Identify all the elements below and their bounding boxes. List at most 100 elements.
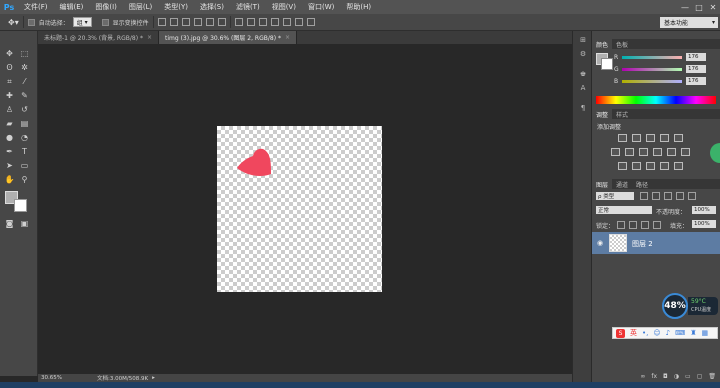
- healing-brush-icon[interactable]: ✚: [4, 90, 15, 101]
- blur-tool-icon[interactable]: ●: [4, 132, 15, 143]
- ime-keyboard-icon[interactable]: ⌨: [675, 329, 685, 337]
- zoom-tool-icon[interactable]: ⚲: [19, 174, 30, 185]
- lock-pixels-icon[interactable]: [629, 221, 637, 229]
- align-hcenter-icon[interactable]: [205, 18, 214, 26]
- crop-tool-icon[interactable]: ⌗: [4, 76, 15, 87]
- blend-mode-dropdown[interactable]: 正常: [596, 206, 652, 214]
- new-group-icon[interactable]: ▭: [685, 373, 691, 382]
- filter-shape-icon[interactable]: [676, 192, 684, 200]
- maximize-button[interactable]: □: [692, 0, 706, 14]
- tab-timg[interactable]: timg (3).jpg @ 30.6% (图层 2, RGB/8) * ×: [158, 31, 297, 44]
- gradient-map-icon[interactable]: [660, 162, 669, 170]
- distribute-bottom-icon[interactable]: [258, 18, 267, 26]
- fill-input[interactable]: 100%: [692, 220, 716, 228]
- auto-select-dropdown[interactable]: 组 ▾: [72, 17, 92, 27]
- history-brush-icon[interactable]: ↺: [19, 104, 30, 115]
- floating-widget-icon[interactable]: [710, 143, 720, 163]
- black-white-icon[interactable]: [639, 148, 648, 156]
- screen-mode-icon[interactable]: ▣: [19, 218, 30, 229]
- tab-styles[interactable]: 样式: [612, 109, 632, 119]
- hue-saturation-icon[interactable]: [611, 148, 620, 156]
- curves-icon[interactable]: [646, 134, 655, 142]
- shape-tool-icon[interactable]: ▭: [19, 160, 30, 171]
- ime-toolbar[interactable]: S 英 •, ☺ ♪ ⌨ ♜ ▦: [612, 327, 718, 339]
- distribute-hcenter-icon[interactable]: [282, 18, 291, 26]
- filter-pixel-icon[interactable]: [640, 192, 648, 200]
- lock-all-icon[interactable]: [653, 221, 661, 229]
- tab-close-icon[interactable]: ×: [147, 34, 152, 41]
- tab-close-icon[interactable]: ×: [285, 34, 290, 41]
- auto-align-icon[interactable]: [306, 18, 315, 26]
- lock-transparency-icon[interactable]: [617, 221, 625, 229]
- align-right-icon[interactable]: [217, 18, 226, 26]
- ime-punct-icon[interactable]: •,: [642, 329, 648, 337]
- layer-filter-dropdown[interactable]: ρ 类型: [596, 192, 634, 200]
- layer-name[interactable]: 图层 2: [632, 239, 653, 249]
- new-adjustment-icon[interactable]: ◑: [674, 373, 679, 382]
- cpu-gauge[interactable]: 48%: [662, 293, 688, 319]
- filter-smart-icon[interactable]: [688, 192, 696, 200]
- photo-filter-icon[interactable]: [653, 148, 662, 156]
- properties-icon[interactable]: ⚙: [578, 49, 588, 58]
- channel-r-slider[interactable]: [622, 56, 682, 59]
- show-transform-checkbox[interactable]: [101, 18, 109, 26]
- menu-image[interactable]: 图像(I): [89, 2, 123, 12]
- menu-edit[interactable]: 编辑(E): [54, 2, 90, 12]
- menu-help[interactable]: 帮助(H): [340, 2, 377, 12]
- tab-layers[interactable]: 图层: [592, 179, 613, 189]
- distribute-left-icon[interactable]: [270, 18, 279, 26]
- align-top-icon[interactable]: [157, 18, 166, 26]
- menu-filter[interactable]: 滤镜(T): [230, 2, 266, 12]
- eyedropper-tool-icon[interactable]: ⁄: [19, 76, 30, 87]
- color-balance-icon[interactable]: [625, 148, 634, 156]
- distribute-right-icon[interactable]: [294, 18, 303, 26]
- channel-r-value[interactable]: 176: [686, 53, 706, 61]
- canvas-area[interactable]: [38, 44, 572, 374]
- menu-select[interactable]: 选择(S): [194, 2, 230, 12]
- ime-menu-icon[interactable]: ▦: [702, 329, 709, 337]
- channel-b-value[interactable]: 176: [686, 77, 706, 85]
- brush-tool-icon[interactable]: ✎: [19, 90, 30, 101]
- add-mask-icon[interactable]: ◘: [663, 373, 668, 382]
- brightness-icon[interactable]: [618, 134, 627, 142]
- background-color-swatch[interactable]: [14, 199, 27, 212]
- distribute-top-icon[interactable]: [234, 18, 243, 26]
- link-layers-icon[interactable]: ∞: [640, 373, 645, 382]
- align-left-icon[interactable]: [193, 18, 202, 26]
- sogou-icon[interactable]: S: [616, 328, 625, 338]
- channel-b-slider[interactable]: [622, 80, 682, 83]
- delete-layer-icon[interactable]: 🗑: [708, 373, 716, 382]
- close-button[interactable]: ✕: [706, 0, 720, 14]
- new-layer-icon[interactable]: ▢: [697, 373, 703, 382]
- layer-style-icon[interactable]: fx: [651, 373, 657, 382]
- ime-voice-icon[interactable]: ♪: [666, 329, 670, 337]
- threshold-icon[interactable]: [646, 162, 655, 170]
- lasso-tool-icon[interactable]: ʘ: [4, 62, 15, 73]
- menu-view[interactable]: 视图(V): [266, 2, 302, 12]
- ime-skin-icon[interactable]: ♜: [690, 329, 696, 337]
- tab-color[interactable]: 颜色: [592, 39, 613, 49]
- channel-g-slider[interactable]: [622, 68, 682, 71]
- tab-adjustments[interactable]: 调整: [592, 109, 613, 119]
- status-arrow-icon[interactable]: ▸: [152, 375, 155, 381]
- menu-file[interactable]: 文件(F): [18, 2, 54, 12]
- path-select-icon[interactable]: ➤: [4, 160, 15, 171]
- color-spectrum-bar[interactable]: [596, 96, 716, 104]
- vibrance-icon[interactable]: [674, 134, 683, 142]
- menu-layer[interactable]: 图层(L): [123, 2, 158, 12]
- filter-adjust-icon[interactable]: [652, 192, 660, 200]
- gradient-tool-icon[interactable]: ▤: [19, 118, 30, 129]
- color-lookup-icon[interactable]: [681, 148, 690, 156]
- document-canvas[interactable]: [217, 126, 382, 292]
- eraser-tool-icon[interactable]: ▰: [4, 118, 15, 129]
- paragraph-icon[interactable]: ¶: [578, 103, 588, 112]
- menu-window[interactable]: 窗口(W): [302, 2, 340, 12]
- align-vcenter-icon[interactable]: [169, 18, 178, 26]
- minimize-button[interactable]: —: [678, 0, 692, 14]
- clone-stamp-icon[interactable]: ♙: [4, 104, 15, 115]
- align-bottom-icon[interactable]: [181, 18, 190, 26]
- zoom-level[interactable]: 30.65%: [41, 375, 71, 381]
- channel-mixer-icon[interactable]: [667, 148, 676, 156]
- panel-bg-swatch[interactable]: [601, 58, 613, 70]
- auto-select-checkbox[interactable]: [27, 18, 35, 26]
